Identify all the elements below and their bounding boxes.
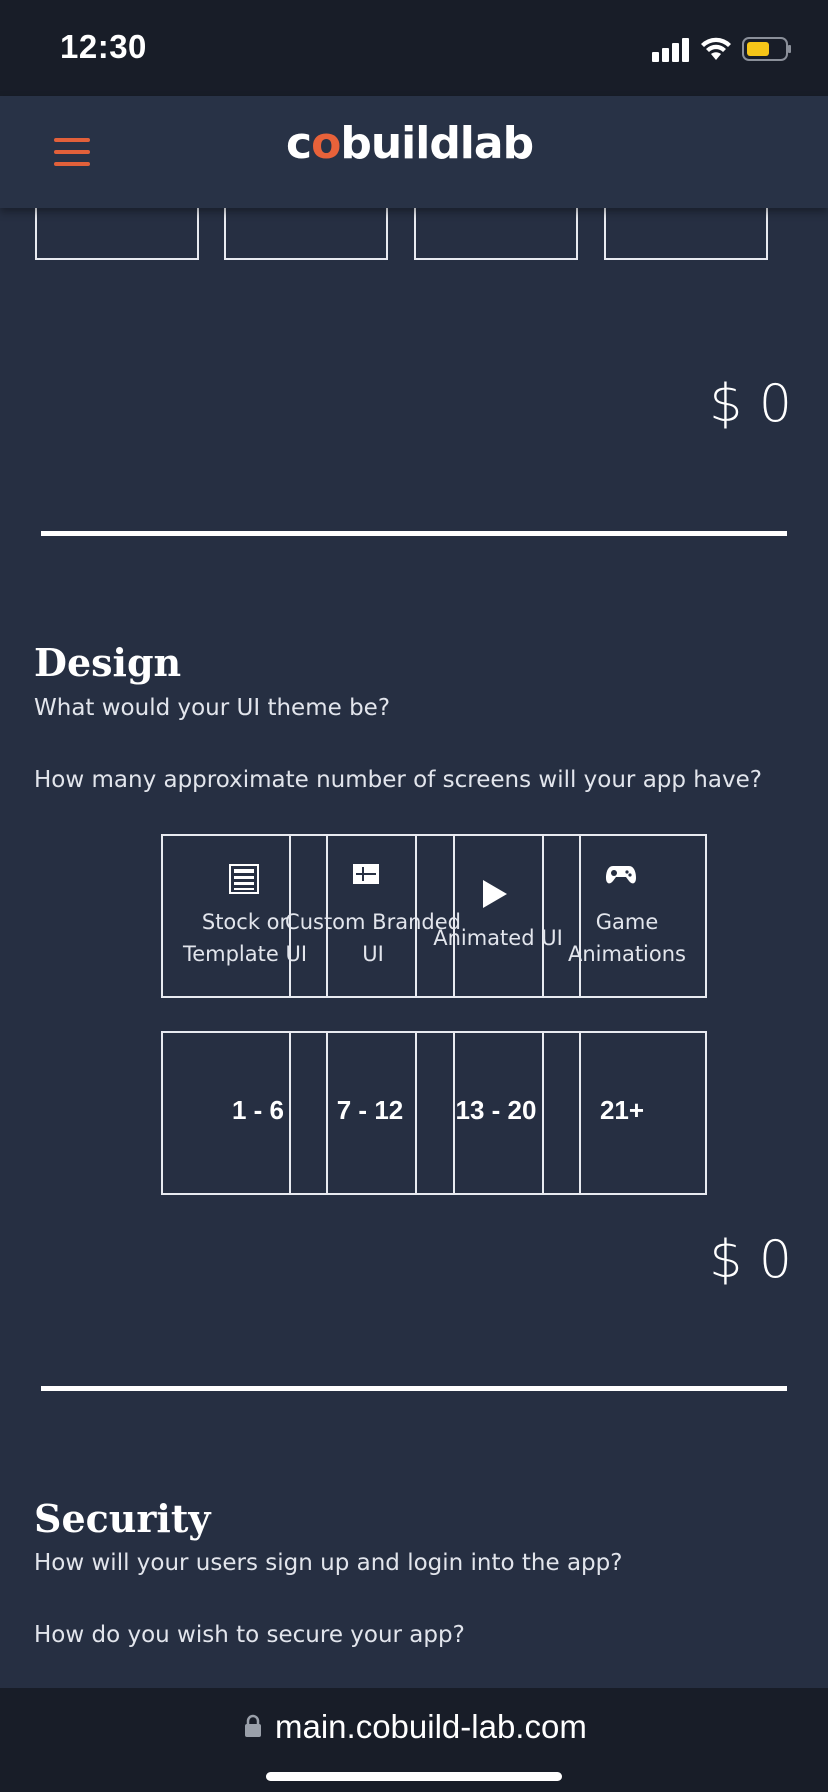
design-theme-question: What would your UI theme be? <box>34 695 391 721</box>
design-screens-question: How many approximate number of screens w… <box>34 767 762 793</box>
app-header: cobuildlab <box>0 96 828 208</box>
lock-icon <box>245 1714 261 1737</box>
security-secure-question: How do you wish to secure your app? <box>34 1622 465 1648</box>
cobuildlab-logo[interactable]: cobuildlab <box>286 118 534 169</box>
status-time: 12:30 <box>60 28 147 65</box>
security-title: Security <box>34 1496 211 1541</box>
layout-icon <box>353 864 379 884</box>
screens-option-1-6[interactable]: 1 - 6 <box>203 1095 313 1126</box>
template-icon <box>229 864 259 894</box>
design-title: Design <box>34 640 182 685</box>
theme-option-game-label: Game Animations <box>567 910 686 966</box>
theme-option-animated-label: Animated UI <box>433 926 563 950</box>
theme-option-animated[interactable] <box>453 836 542 996</box>
screens-option-21-plus[interactable]: 21+ <box>567 1095 677 1126</box>
gamepad-icon <box>606 866 636 884</box>
section-divider <box>41 1386 787 1391</box>
section-price: $ 0 <box>709 374 792 434</box>
theme-options-group: Stock or Template UI Custom Branded UI Ani… <box>161 834 707 998</box>
home-indicator[interactable] <box>266 1772 562 1781</box>
section-divider <box>41 531 787 536</box>
design-price: $ 0 <box>709 1230 792 1290</box>
screens-options-group: 1 - 6 7 - 12 13 - 20 21+ <box>161 1031 707 1195</box>
security-signup-question: How will your users sign up and login in… <box>34 1550 623 1576</box>
play-icon <box>483 880 507 908</box>
wifi-icon <box>701 37 731 60</box>
browser-url-bar[interactable]: main.cobuild-lab.com <box>0 1688 828 1792</box>
screens-option-7-12[interactable]: 7 - 12 <box>315 1095 425 1126</box>
status-bar: 12:30 <box>0 0 828 96</box>
signal-icon <box>652 38 692 62</box>
battery-icon <box>742 37 791 61</box>
hamburger-menu-button[interactable] <box>44 126 100 178</box>
screens-option-13-20[interactable]: 13 - 20 <box>441 1095 551 1126</box>
url-text[interactable]: main.cobuild-lab.com <box>275 1708 587 1746</box>
